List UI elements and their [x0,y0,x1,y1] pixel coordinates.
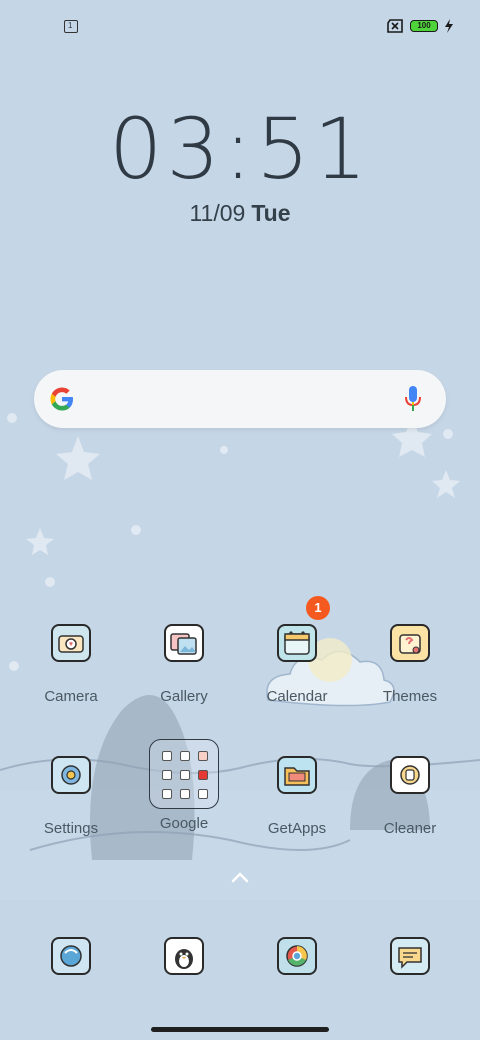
camera-icon [51,624,91,662]
app-themes[interactable]: Themes [355,624,465,705]
app-label: Google [159,815,209,832]
app-cleaner[interactable]: Cleaner [355,756,465,837]
messages-chat-icon[interactable] [390,937,430,975]
cleaner-icon [390,756,430,794]
phone-app-icon[interactable] [51,937,91,975]
clock-time[interactable]: 03:51 [0,100,480,198]
themes-icon [390,624,430,662]
status-right-group: 100 [386,19,454,33]
no-sim-icon [387,19,403,33]
gesture-navigation-handle[interactable] [151,1027,329,1032]
app-label: Themes [382,688,438,705]
folder-google[interactable]: Google [129,739,239,832]
app-getapps[interactable]: GetApps [242,756,352,837]
google-search-bar[interactable] [34,370,446,428]
chevron-up-icon[interactable] [228,870,252,884]
calendar-icon [277,624,317,662]
status-bar: 1 100 [0,0,480,56]
app-settings[interactable]: Settings [16,756,126,837]
getapps-folder-icon [277,756,317,794]
clock-date: 11/09 [189,200,246,226]
settings-gear-icon [51,756,91,794]
app-gallery[interactable]: Gallery [129,624,239,705]
clock-date-line[interactable]: 11/09 Tue [0,200,480,227]
app-label: Gallery [160,688,208,705]
app-label: Calendar [266,688,328,705]
notification-badge: 1 [306,596,330,620]
battery-level: 100 [417,21,431,30]
app-camera[interactable]: Camera [16,624,126,705]
battery-icon: 100 [410,20,438,32]
microphone-icon[interactable] [402,384,424,414]
app-label: Settings [43,820,99,837]
app-calendar[interactable]: 1 Calendar [242,596,352,705]
gallery-icon [164,624,204,662]
google-logo-icon [50,387,73,411]
app-label: GetApps [267,820,327,837]
google-folder-icon [149,739,219,809]
notification-icon-label: 1 [68,21,73,30]
calendar-notification-icon: 1 [64,20,78,33]
chrome-browser-icon[interactable] [277,937,317,975]
app-label: Cleaner [383,820,437,837]
app-label: Camera [44,688,98,705]
charging-bolt-icon [445,19,453,33]
messaging-penguin-icon[interactable] [164,937,204,975]
clock-day: Tue [251,200,291,226]
